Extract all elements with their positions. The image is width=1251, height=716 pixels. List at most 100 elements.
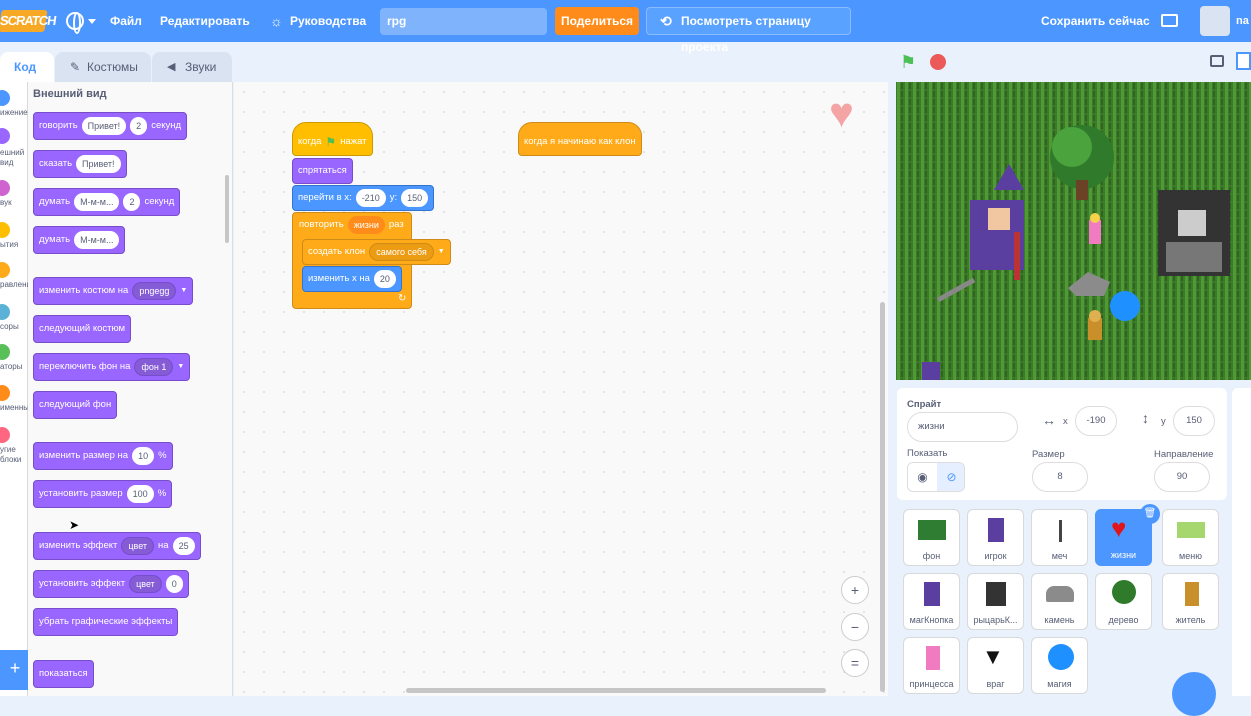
small-stage-icon[interactable] [1210, 55, 1224, 67]
lightbulb-icon: ☼ [270, 13, 283, 29]
block-change-x[interactable]: изменить x на 20 [302, 266, 402, 292]
sprite-tile[interactable]: игрок [967, 509, 1024, 566]
tab-sounds[interactable]: Звуки [152, 52, 232, 82]
sprite-tile[interactable]: меню [1162, 509, 1219, 566]
green-flag-icon: ⚑ [325, 135, 337, 149]
block-palette: Внешний вид говорить Привет! 2 секунд сказа… [28, 82, 233, 696]
project-title-input[interactable]: rpg [380, 8, 547, 35]
see-project-label: Посмотреть страницу проекта [681, 14, 811, 54]
block-set-effect[interactable]: установить эффект цвет 0 [33, 570, 189, 598]
tab-code[interactable]: Код [0, 52, 54, 82]
block-show[interactable]: показаться [33, 660, 94, 688]
zoom-reset-button[interactable]: = [841, 649, 869, 677]
category-variables[interactable]: именные [0, 385, 28, 419]
add-extension-button[interactable]: + [0, 650, 30, 690]
scratch-logo[interactable]: SCRATCH [0, 10, 57, 32]
repeat-header: повторить жизни раз [294, 212, 409, 238]
globe-icon[interactable] [66, 12, 84, 34]
eye-slash-icon[interactable]: ⊘ [937, 463, 964, 491]
normal-stage-icon[interactable] [1236, 52, 1251, 70]
tab-code-label: Код [14, 60, 37, 74]
x-label: x [1063, 416, 1068, 427]
avatar[interactable] [1200, 6, 1230, 36]
palette-scrollbar[interactable] [225, 175, 229, 243]
stage-selector[interactable] [1232, 388, 1251, 696]
block-say[interactable]: сказать Привет! [33, 150, 127, 178]
tab-sounds-label: Звуки [185, 60, 217, 74]
share-button[interactable]: Поделиться [555, 7, 639, 35]
tutorials-menu[interactable]: Руководства [290, 0, 366, 42]
category-looks[interactable]: ешний вид [0, 128, 28, 172]
speaker-icon: ◀ [167, 61, 176, 73]
sprite-tile[interactable]: меч [1031, 509, 1088, 566]
category-operators[interactable]: аторы [0, 344, 28, 378]
block-change-effect[interactable]: изменить эффект цвет на 25 [33, 532, 201, 560]
block-when-flag-clicked[interactable]: когда ⚑ нажат [292, 122, 373, 156]
block-hide[interactable]: спрятаться [292, 158, 353, 184]
code-workspace[interactable]: когда ⚑ нажат спрятаться перейти в x: -210 y… [234, 82, 888, 696]
edit-menu[interactable]: Редактировать [160, 0, 250, 42]
small-wizard-sprite [922, 362, 940, 380]
block-goto-xy[interactable]: перейти в x: -210 y: 150 [292, 185, 435, 211]
y-input[interactable]: 150 [1173, 406, 1215, 436]
magic-sprite [1110, 291, 1140, 321]
block-switch-backdrop[interactable]: переключить фон на фон 1 ▼ [33, 353, 191, 381]
green-flag-button[interactable]: ⚑ [900, 52, 916, 73]
block-think-for-secs[interactable]: думать М-м-м... 2 секунд [33, 188, 181, 216]
file-menu[interactable]: Файл [110, 0, 142, 42]
delete-sprite-icon[interactable]: 🗑 [1140, 504, 1160, 524]
sprite-tile[interactable]: рыцарьК... [967, 573, 1024, 630]
block-clear-effects[interactable]: убрать графические эффекты [33, 608, 179, 636]
sprite-tile[interactable]: магКнопка [903, 573, 960, 630]
sprite-tile[interactable]: ▼ враг [967, 637, 1024, 694]
username[interactable]: na [1236, 0, 1249, 42]
category-sensing[interactable]: соры [0, 304, 28, 338]
block-change-size[interactable]: изменить размер на 10% [33, 442, 173, 470]
sprite-tile[interactable]: камень [1031, 573, 1088, 630]
block-when-start-as-clone[interactable]: когда я начинаю как клон [518, 122, 642, 156]
block-think[interactable]: думать М-м-м... [33, 226, 126, 254]
category-my-blocks[interactable]: угие блоки [0, 427, 28, 467]
sprite-list: фон игрок меч ♥ жизни 🗑 меню магКнопка ры… [897, 503, 1227, 696]
zoom-in-button[interactable]: + [841, 576, 869, 604]
tab-costumes-label: Костюмы [87, 60, 138, 74]
sprite-tile[interactable]: житель [1162, 573, 1219, 630]
sprite-name-input[interactable]: жизни [907, 412, 1018, 442]
sprite-tile[interactable]: магия [1031, 637, 1088, 694]
sprite-tile[interactable]: дерево [1095, 573, 1152, 630]
category-motion[interactable]: ижение [0, 90, 28, 126]
refresh-icon: ⟲ [660, 13, 672, 29]
save-now-button[interactable]: Сохранить сейчас [1041, 0, 1150, 42]
villager-sprite [1088, 310, 1102, 340]
block-set-size[interactable]: установить размер 100% [33, 480, 173, 508]
sprite-tile[interactable]: принцесса [903, 637, 960, 694]
block-next-backdrop[interactable]: следующий фон [33, 391, 118, 419]
category-sound[interactable]: вук [0, 180, 28, 214]
size-input[interactable]: 8 [1032, 462, 1088, 492]
stop-button[interactable] [930, 54, 946, 70]
direction-input[interactable]: 90 [1154, 462, 1210, 492]
choose-sprite-button[interactable] [1172, 672, 1216, 716]
chevron-down-icon[interactable] [88, 19, 96, 24]
cursor-icon: ➤ [69, 518, 80, 532]
workspace-v-scrollbar[interactable] [880, 302, 885, 692]
category-control[interactable]: равление [0, 262, 28, 296]
sprite-label: Спрайт [907, 399, 942, 410]
block-next-costume[interactable]: следующий костюм [33, 315, 132, 343]
zoom-out-button[interactable]: − [841, 613, 869, 641]
see-project-page-button[interactable]: Посмотреть страницу проекта [646, 7, 851, 54]
bat-icon: ▼ [982, 644, 1004, 669]
folder-icon[interactable] [1161, 14, 1178, 27]
heart-icon: ♥ [1111, 513, 1127, 543]
workspace-h-scrollbar[interactable] [406, 688, 826, 693]
sprite-info-panel: Спрайт жизни ↔ x -190 ↕ y 150 Показать ◉… [897, 388, 1227, 500]
category-events[interactable]: ытия [0, 222, 28, 256]
eye-icon[interactable]: ◉ [908, 463, 937, 491]
stage[interactable] [896, 82, 1251, 380]
sprite-tile[interactable]: фон [903, 509, 960, 566]
x-input[interactable]: -190 [1075, 406, 1117, 436]
block-create-clone[interactable]: создать клон самого себя ▼ [302, 239, 451, 265]
block-switch-costume[interactable]: изменить костюм на pngegg ▼ [33, 277, 194, 305]
block-say-for-secs[interactable]: говорить Привет! 2 секунд [33, 112, 188, 140]
y-arrows-icon: ↕ [1142, 410, 1149, 426]
